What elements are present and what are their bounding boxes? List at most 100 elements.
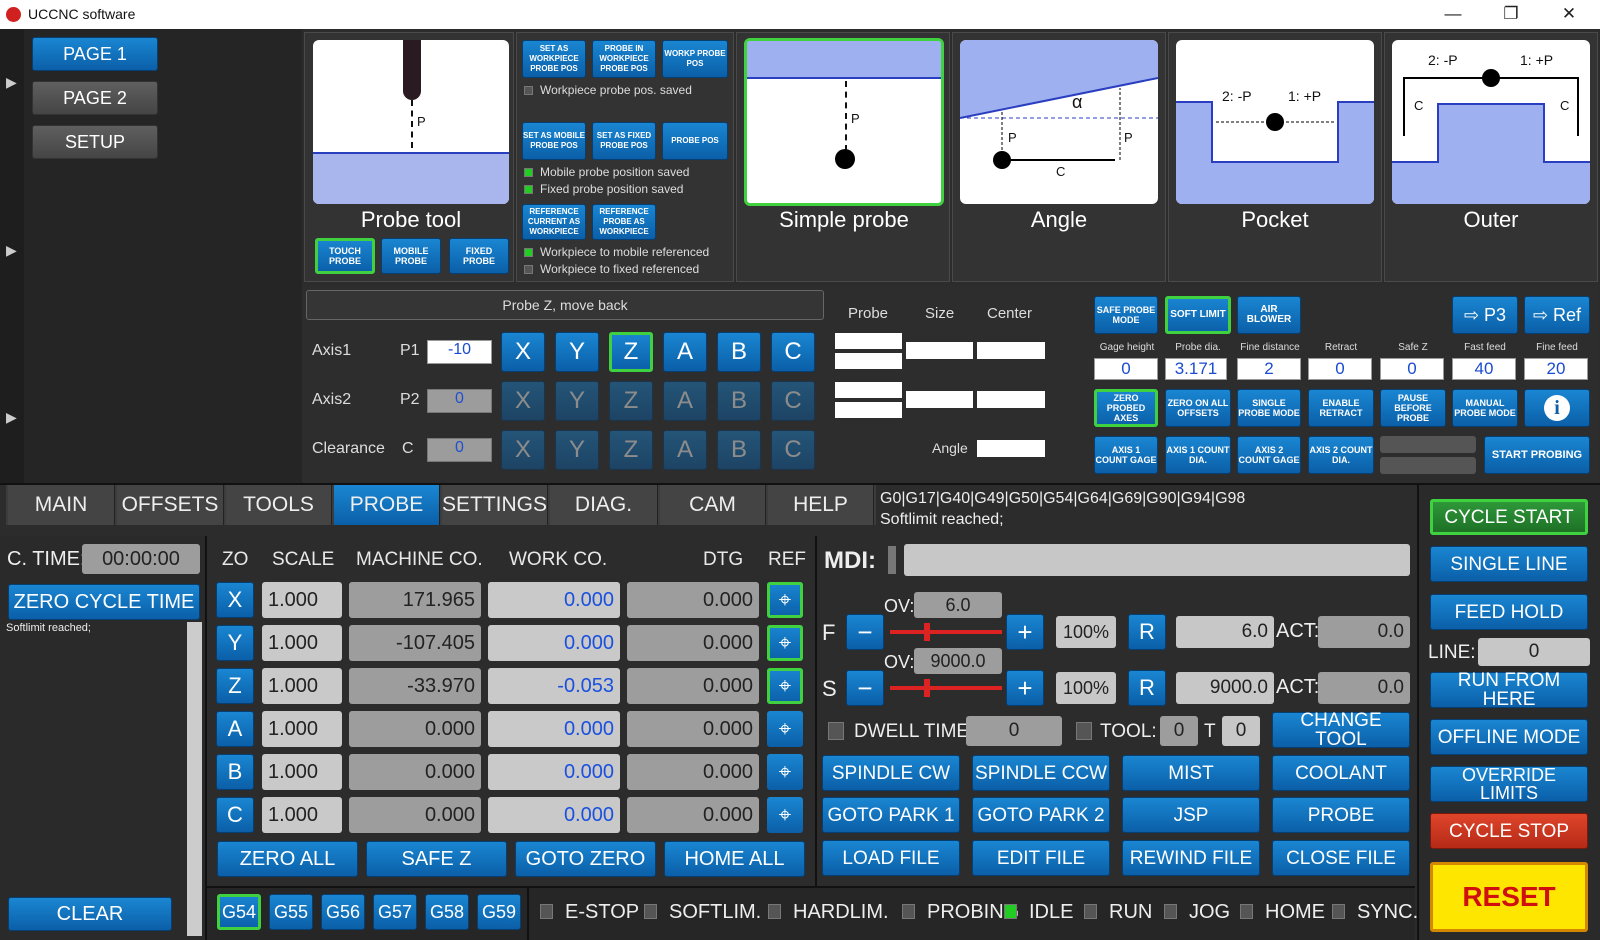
mobile-probe-button[interactable]: MOBILE PROBE xyxy=(381,238,441,274)
simple-probe-image[interactable]: P xyxy=(744,38,944,206)
tab-cam[interactable]: CAM xyxy=(660,485,766,525)
tab-tools[interactable]: TOOLS xyxy=(226,485,332,525)
zero-axis-button[interactable]: C xyxy=(216,797,254,833)
offset-g55-button[interactable]: G55 xyxy=(269,894,313,930)
param-input[interactable]: 0 xyxy=(1308,358,1372,380)
work-coordinate[interactable]: 0.000 xyxy=(488,754,620,790)
offset-g57-button[interactable]: G57 xyxy=(373,894,417,930)
edit-file-button[interactable]: EDIT FILE xyxy=(972,840,1110,876)
tab-settings[interactable]: SETTINGS xyxy=(442,485,548,525)
zero-cycle-time-button[interactable]: ZERO CYCLE TIME xyxy=(8,584,200,620)
axis3-select-button[interactable]: B xyxy=(717,430,761,470)
work-coordinate[interactable]: 0.000 xyxy=(488,797,620,833)
param-input[interactable]: 20 xyxy=(1524,358,1588,380)
page-1-button[interactable]: PAGE 1 xyxy=(32,37,158,71)
mdi-input[interactable] xyxy=(904,544,1410,576)
cycle-start-button[interactable]: CYCLE START xyxy=(1430,499,1588,535)
goto-p3-button[interactable]: ⇨ P3 xyxy=(1452,296,1518,334)
work-coordinate[interactable]: -0.053 xyxy=(488,668,620,704)
axis1-select-button[interactable]: X xyxy=(501,332,545,372)
home-axis-icon[interactable]: ⌖ xyxy=(767,668,803,704)
axis2-select-button[interactable]: A xyxy=(663,381,707,421)
air-blower-button[interactable]: AIR BLOWER xyxy=(1237,296,1301,334)
offline-mode-button[interactable]: OFFLINE MODE xyxy=(1430,719,1588,755)
axis2-select-button[interactable]: C xyxy=(771,381,815,421)
close-button[interactable]: ✕ xyxy=(1554,4,1584,26)
offset-g58-button[interactable]: G58 xyxy=(425,894,469,930)
feed-hold-button[interactable]: FEED HOLD xyxy=(1430,594,1588,630)
coolant-button[interactable]: COOLANT xyxy=(1272,755,1410,791)
zero-axis-button[interactable]: Z xyxy=(216,668,254,704)
spindle-slider-handle[interactable] xyxy=(924,679,930,697)
clear-log-button[interactable]: CLEAR xyxy=(8,897,172,931)
tool-checkbox[interactable] xyxy=(1076,722,1092,740)
spindle-minus-button[interactable]: − xyxy=(846,670,884,706)
change-tool-button[interactable]: CHANGE TOOL xyxy=(1272,711,1410,749)
probe-pos-button[interactable]: PROBE POS xyxy=(662,122,728,160)
zero-on-all-offsets-button[interactable]: ZERO ON ALL OFFSETS xyxy=(1165,389,1231,427)
axis1-select-button[interactable]: Z xyxy=(609,332,653,372)
touch-probe-button[interactable]: TOUCH PROBE xyxy=(315,238,375,274)
goto-park-1-button[interactable]: GOTO PARK 1 xyxy=(822,797,960,833)
axis3-select-button[interactable]: Z xyxy=(609,430,653,470)
spindle-plus-button[interactable]: + xyxy=(1006,670,1044,706)
axis3-select-button[interactable]: C xyxy=(771,430,815,470)
expand-arrow-icon[interactable]: ▶ xyxy=(6,409,17,426)
zero-all-button[interactable]: ZERO ALL xyxy=(217,841,358,877)
spindle-cw-button[interactable]: SPINDLE CW xyxy=(822,755,960,791)
page-2-button[interactable]: PAGE 2 xyxy=(32,81,158,115)
line-input[interactable]: 0 xyxy=(1478,638,1590,666)
work-coordinate[interactable]: 0.000 xyxy=(488,582,620,618)
axis1-select-button[interactable]: C xyxy=(771,332,815,372)
setup-button[interactable]: SETUP xyxy=(32,125,158,159)
soft-limit-button[interactable]: SOFT LIMIT xyxy=(1165,296,1231,334)
home-axis-icon[interactable]: ⌖ xyxy=(767,754,803,790)
rewind-file-button[interactable]: REWIND FILE xyxy=(1122,840,1260,876)
home-axis-icon[interactable]: ⌖ xyxy=(767,797,803,833)
set-mobile-probe-pos-button[interactable]: SET AS MOBILE PROBE POS xyxy=(522,122,586,160)
run-from-here-button[interactable]: RUN FROM HERE xyxy=(1430,671,1588,709)
expand-arrow-icon[interactable]: ▶ xyxy=(6,242,17,259)
axis2-select-button[interactable]: Z xyxy=(609,381,653,421)
axis2-count-dia-button[interactable]: AXIS 2 COUNT DIA. xyxy=(1308,436,1374,474)
close-file-button[interactable]: CLOSE FILE xyxy=(1272,840,1410,876)
jsp-button[interactable]: JSP xyxy=(1122,797,1260,833)
maximize-button[interactable]: ❐ xyxy=(1496,4,1526,26)
safe-probe-mode-button[interactable]: SAFE PROBE MODE xyxy=(1094,296,1158,334)
scale-value[interactable]: 1.000 xyxy=(262,582,342,618)
manual-probe-mode-button[interactable]: MANUAL PROBE MODE xyxy=(1452,389,1518,427)
offset-g56-button[interactable]: G56 xyxy=(321,894,365,930)
feed-reset-button[interactable]: R xyxy=(1128,614,1166,650)
single-probe-mode-button[interactable]: SINGLE PROBE MODE xyxy=(1237,389,1301,427)
home-axis-icon[interactable]: ⌖ xyxy=(767,582,803,618)
param-input[interactable]: 3.171 xyxy=(1165,358,1227,380)
goto-zero-button[interactable]: GOTO ZERO xyxy=(515,841,656,877)
axis2-select-button[interactable]: B xyxy=(717,381,761,421)
spindle-reset-button[interactable]: R xyxy=(1128,670,1166,706)
axis2-count-gage-button[interactable]: AXIS 2 COUNT GAGE xyxy=(1237,436,1301,474)
zero-axis-button[interactable]: Y xyxy=(216,625,254,661)
angle-image[interactable]: α P P C xyxy=(960,40,1158,204)
axis1-select-button[interactable]: B xyxy=(717,332,761,372)
reference-probe-button[interactable]: REFERENCE PROBE AS WORKPIECE xyxy=(592,204,656,240)
pocket-image[interactable]: 2: -P 1: +P xyxy=(1176,40,1374,204)
offset-g59-button[interactable]: G59 xyxy=(477,894,521,930)
zero-axis-button[interactable]: B xyxy=(216,754,254,790)
param-input[interactable]: 40 xyxy=(1452,358,1516,380)
axis1-count-dia-button[interactable]: AXIS 1 COUNT DIA. xyxy=(1165,436,1231,474)
fixed-probe-button[interactable]: FIXED PROBE xyxy=(449,238,509,274)
pause-before-probe-button[interactable]: PAUSE BEFORE PROBE xyxy=(1380,389,1446,427)
p2-input[interactable]: 0 xyxy=(427,389,492,413)
minimize-button[interactable]: — xyxy=(1438,4,1468,26)
axis1-select-button[interactable]: Y xyxy=(555,332,599,372)
home-axis-icon[interactable]: ⌖ xyxy=(767,625,803,661)
axis1-count-gage-button[interactable]: AXIS 1 COUNT GAGE xyxy=(1094,436,1158,474)
goto-park-2-button[interactable]: GOTO PARK 2 xyxy=(972,797,1110,833)
reference-current-button[interactable]: REFERENCE CURRENT AS WORKPIECE xyxy=(522,204,586,240)
spindle-slider[interactable] xyxy=(890,686,1002,690)
dwell-input[interactable]: 0 xyxy=(966,716,1062,746)
t-input[interactable]: 0 xyxy=(1222,716,1260,746)
cycle-stop-button[interactable]: CYCLE STOP xyxy=(1430,813,1588,849)
info-button[interactable]: i xyxy=(1524,389,1590,427)
scale-value[interactable]: 1.000 xyxy=(262,754,342,790)
